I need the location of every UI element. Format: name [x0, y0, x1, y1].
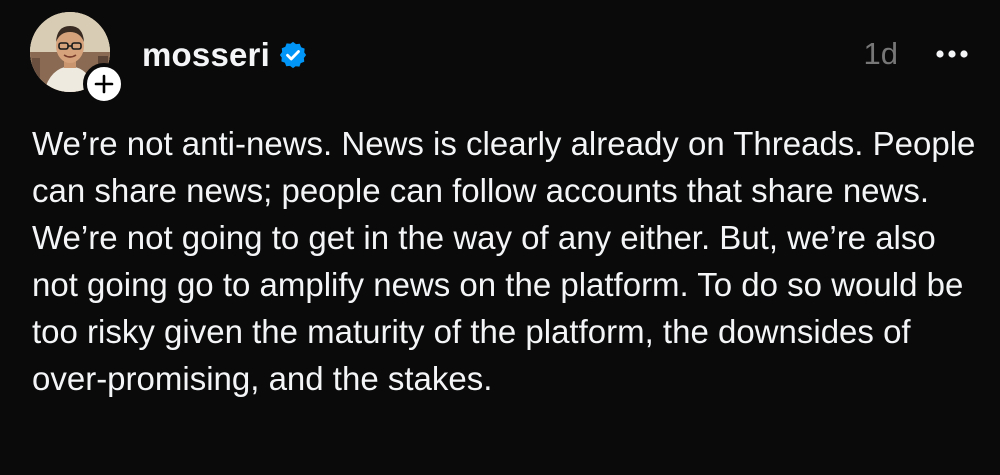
follow-button[interactable]	[83, 63, 125, 105]
avatar-container	[30, 12, 125, 105]
post-header: mosseri	[142, 30, 308, 80]
post-meta: 1d	[864, 32, 970, 76]
more-options-icon[interactable]	[934, 39, 970, 69]
timestamp: 1d	[863, 36, 898, 71]
verified-badge-icon	[278, 40, 308, 70]
username[interactable]: mosseri	[142, 36, 270, 74]
plus-icon	[94, 74, 114, 94]
thread-post: mosseri 1d We’re not anti-news. News is …	[0, 0, 1000, 475]
post-text: We’re not anti-news. News is clearly alr…	[32, 125, 976, 397]
